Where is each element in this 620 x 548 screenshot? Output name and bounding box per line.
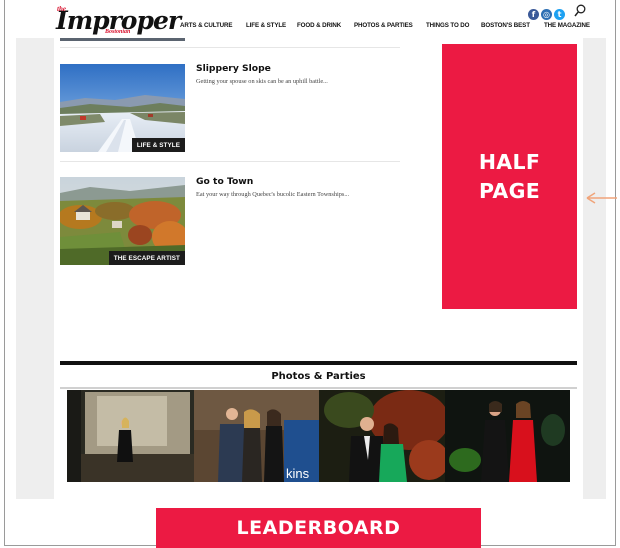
facebook-icon[interactable]: f — [528, 9, 539, 20]
leaderboard-ad-label: LEADERBOARD — [236, 517, 401, 539]
search-icon[interactable] — [574, 4, 586, 18]
section-divider — [60, 361, 577, 365]
section-underline — [60, 387, 577, 389]
nav-photos-parties[interactable]: PHOTOS & PARTIES — [354, 22, 413, 29]
article-title[interactable]: Go to Town — [196, 176, 253, 187]
instagram-icon[interactable]: ◎ — [541, 9, 552, 20]
half-page-ad-line2: PAGE — [478, 178, 541, 203]
article-description: Eat your way through Quebec's bucolic Ea… — [196, 191, 350, 198]
leaderboard-ad[interactable]: LEADERBOARD — [156, 508, 481, 548]
nav-life-style[interactable]: LIFE & STYLE — [246, 22, 286, 29]
event-photo-friends — [445, 390, 570, 482]
previous-article-thumbnail-edge — [60, 38, 185, 41]
article-thumbnail-townships[interactable]: THE ESCAPE ARTIST — [60, 177, 185, 265]
right-gutter — [583, 38, 606, 499]
gallery-photo[interactable] — [67, 390, 194, 482]
arrow-left-icon — [586, 192, 617, 204]
nav-the-magazine[interactable]: THE MAGAZINE — [544, 22, 590, 29]
logo-the: the — [57, 5, 66, 13]
article-description: Getting your spouse on skis can be an up… — [196, 78, 328, 85]
nav-bostons-best[interactable]: BOSTON'S BEST — [481, 22, 530, 29]
event-photo-speaker — [67, 390, 194, 482]
nav-arts-culture[interactable]: ARTS & CULTURE — [180, 22, 233, 29]
article-category-badge[interactable]: THE ESCAPE ARTIST — [108, 251, 185, 265]
article-divider — [60, 161, 400, 162]
half-page-ad-line1: HALF — [478, 149, 541, 174]
photo-gallery-strip: kins — [67, 390, 570, 482]
logo-subtitle: Bostonian — [105, 29, 131, 35]
nav-things-to-do[interactable]: THINGS TO DO — [426, 22, 469, 29]
photos-section-title[interactable]: Photos & Parties — [60, 371, 577, 382]
article-category-badge[interactable]: LIFE & STYLE — [131, 138, 185, 152]
site-header: Improper the Bostonian f ◎ t ARTS & CULT… — [16, 0, 606, 38]
gallery-photo[interactable]: kins — [194, 390, 319, 482]
gallery-photo[interactable] — [445, 390, 570, 482]
article-thumbnail-ski[interactable]: LIFE & STYLE — [60, 64, 185, 152]
half-page-ad[interactable]: HALF PAGE — [442, 44, 577, 309]
nav-food-drink[interactable]: FOOD & DRINK — [297, 22, 341, 29]
photo-caption-fragment: kins — [286, 466, 310, 481]
event-photo-group: kins — [194, 390, 319, 482]
article-divider — [60, 47, 400, 48]
gallery-photo[interactable] — [319, 390, 445, 482]
left-gutter — [16, 38, 54, 499]
twitter-icon[interactable]: t — [554, 9, 565, 20]
event-photo-couple — [319, 390, 445, 482]
article-title[interactable]: Slippery Slope — [196, 63, 271, 74]
